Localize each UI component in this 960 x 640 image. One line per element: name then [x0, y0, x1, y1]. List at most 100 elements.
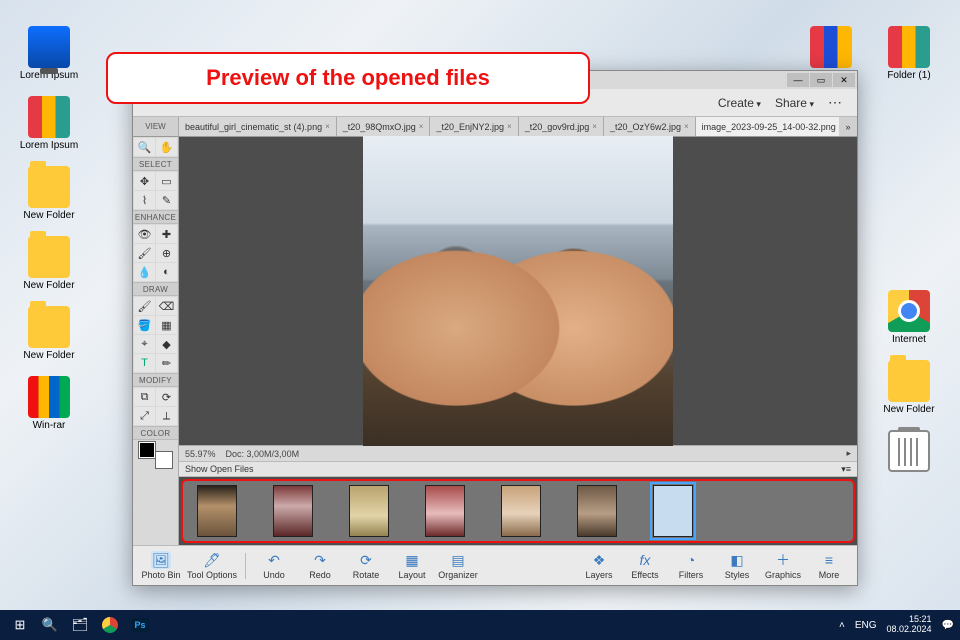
desktop-icon-folder-2[interactable]: New Folder — [16, 236, 82, 291]
straighten-tool[interactable]: ⟂ — [156, 407, 177, 425]
clone-tool[interactable]: ⊕ — [156, 244, 177, 262]
desktop-icon-folder-r1[interactable]: Folder (1) — [876, 26, 942, 81]
photo-bin-thumb[interactable] — [197, 485, 237, 537]
file-tab[interactable]: _t20_98QmxO.jpg× — [337, 117, 431, 136]
undo-button[interactable]: ↶Undo — [254, 551, 294, 580]
tray-chevron-icon[interactable]: ˄ — [839, 620, 845, 631]
file-tab[interactable]: _t20_gov9rd.jpg× — [519, 117, 604, 136]
desktop-icon-folder-1[interactable]: New Folder — [16, 166, 82, 221]
photo-bin-button[interactable]: 🖼Photo Bin — [141, 551, 181, 580]
more-button[interactable]: ≡More — [809, 551, 849, 580]
desktop-icon-label: New Folder — [23, 280, 74, 291]
desktop-icon-trash[interactable] — [876, 430, 942, 474]
lasso-tool[interactable]: ⌇ — [134, 191, 155, 209]
canvas-area[interactable] — [179, 137, 857, 445]
photo-bin-thumb[interactable] — [425, 485, 465, 537]
window-close-button[interactable]: ✕ — [833, 73, 855, 87]
filters-button[interactable]: ◔Filters — [671, 551, 711, 580]
show-open-files-bar[interactable]: Show Open Files ▾≡ — [179, 461, 857, 477]
brush-tool[interactable]: 🖌 — [134, 297, 155, 315]
move-tool[interactable]: ✥ — [134, 172, 155, 190]
status-menu-icon[interactable]: ▸ — [846, 448, 851, 459]
taskbar-explorer[interactable]: 🗂 — [66, 613, 94, 637]
image-icon: 🖼 — [151, 551, 171, 569]
zoom-tool[interactable]: 🔍 — [134, 138, 155, 156]
button-label: Tool Options — [187, 570, 237, 580]
menu-more-icon[interactable]: ⋯ — [828, 94, 843, 111]
desktop-icon-folder-3[interactable]: New Folder — [16, 306, 82, 361]
photo-bin-thumb-selected[interactable] — [653, 485, 693, 537]
tray-language[interactable]: ENG — [855, 620, 877, 631]
fill-tool[interactable]: 🪣 — [134, 316, 155, 334]
file-tab[interactable]: _t20_OzY6w2.jpg× — [604, 117, 696, 136]
layout-button[interactable]: ▦Layout — [392, 551, 432, 580]
desktop-icon-pc[interactable]: Lorem Ipsum — [16, 26, 82, 81]
shape-tool[interactable]: ◆ — [156, 335, 177, 353]
button-label: Layout — [399, 570, 426, 580]
close-icon[interactable]: × — [419, 122, 424, 131]
window-maximize-button[interactable]: ▭ — [810, 73, 832, 87]
desktop-icon-binders[interactable]: Lorem Ipsum — [16, 96, 82, 151]
zoom-readout[interactable]: 55.97% — [185, 449, 216, 459]
start-button[interactable]: ⊞ — [6, 613, 34, 637]
type-tool[interactable]: T — [134, 354, 155, 372]
photo-bin-thumb[interactable] — [501, 485, 541, 537]
status-bar: 55.97% Doc: 3,00M/3,00M ▸ — [179, 445, 857, 461]
background-color[interactable] — [156, 452, 172, 468]
desktop-icon-binders-2[interactable] — [798, 26, 864, 70]
photo-bin-thumb[interactable] — [349, 485, 389, 537]
tray-notifications-icon[interactable]: 💬 — [942, 620, 954, 631]
effects-button[interactable]: fxEffects — [625, 551, 665, 580]
gradient-tool[interactable]: ▦ — [156, 316, 177, 334]
recompose-tool[interactable]: ⟳ — [156, 388, 177, 406]
menu-share[interactable]: Share — [775, 96, 814, 110]
photo-bin-thumb[interactable] — [577, 485, 617, 537]
taskbar-photoshop[interactable]: Ps — [126, 613, 154, 637]
smart-brush-tool[interactable]: 🖌 — [134, 244, 155, 262]
file-tab-active[interactable]: image_2023-09-25_14-00-32.png @ 56% (RGB… — [696, 117, 839, 136]
graphics-button[interactable]: ＋Graphics — [763, 551, 803, 580]
close-icon[interactable]: × — [592, 122, 597, 131]
taskbar-chrome[interactable] — [96, 613, 124, 637]
blur-tool[interactable]: 💧 — [134, 263, 155, 281]
sponge-tool[interactable]: ◐ — [156, 263, 177, 281]
photo-bin-thumb[interactable] — [273, 485, 313, 537]
close-icon[interactable]: × — [684, 122, 689, 131]
redeye-tool[interactable]: 👁 — [134, 225, 155, 243]
quick-select-tool[interactable]: ✎ — [156, 191, 177, 209]
layers-button[interactable]: ❖Layers — [579, 551, 619, 580]
binders-icon — [28, 96, 70, 138]
color-swatch[interactable] — [139, 442, 172, 468]
pencil-tool[interactable]: ✏ — [156, 354, 177, 372]
desktop-icon-folder-r2[interactable]: New Folder — [876, 360, 942, 415]
desktop-icon-chrome[interactable]: Internet — [876, 290, 942, 345]
redo-button[interactable]: ↷Redo — [300, 551, 340, 580]
tab-overflow-button[interactable]: » — [839, 117, 857, 136]
styles-button[interactable]: ◧Styles — [717, 551, 757, 580]
foreground-color[interactable] — [139, 442, 155, 458]
content-move-tool[interactable]: ⤢ — [134, 407, 155, 425]
tool-options-button[interactable]: 🖊Tool Options — [187, 551, 237, 580]
desktop-icon-winrar[interactable]: Win-rar — [16, 376, 82, 431]
rotate-button[interactable]: ⟳Rotate — [346, 551, 386, 580]
view-panel-header: VIEW — [133, 117, 179, 136]
organizer-button[interactable]: ▤Organizer — [438, 551, 478, 580]
panel-menu-icon[interactable]: ▾≡ — [841, 464, 851, 475]
file-tab[interactable]: beautiful_girl_cinematic_st (4).png× — [179, 117, 337, 136]
window-minimize-button[interactable]: — — [787, 73, 809, 87]
desktop-icon-label: Lorem Ipsum — [20, 140, 78, 151]
file-tab-label: _t20_OzY6w2.jpg — [610, 122, 681, 132]
menu-create[interactable]: Create — [718, 96, 761, 110]
close-icon[interactable]: × — [507, 122, 512, 131]
spot-heal-tool[interactable]: ✚ — [156, 225, 177, 243]
file-tab[interactable]: _t20_EnjNY2.jpg× — [430, 117, 518, 136]
crop-tool[interactable]: ⧉ — [134, 388, 155, 406]
eyedropper-tool[interactable]: ⌖ — [134, 335, 155, 353]
eraser-tool[interactable]: ⌫ — [156, 297, 177, 315]
desktop-icon-label: Win-rar — [33, 420, 66, 431]
marquee-tool[interactable]: ▭ — [156, 172, 177, 190]
hand-tool[interactable]: ✋ — [156, 138, 177, 156]
close-icon[interactable]: × — [325, 122, 330, 131]
tray-clock[interactable]: 15:2108.02.2024 — [887, 615, 932, 635]
search-button[interactable]: 🔍 — [36, 613, 64, 637]
